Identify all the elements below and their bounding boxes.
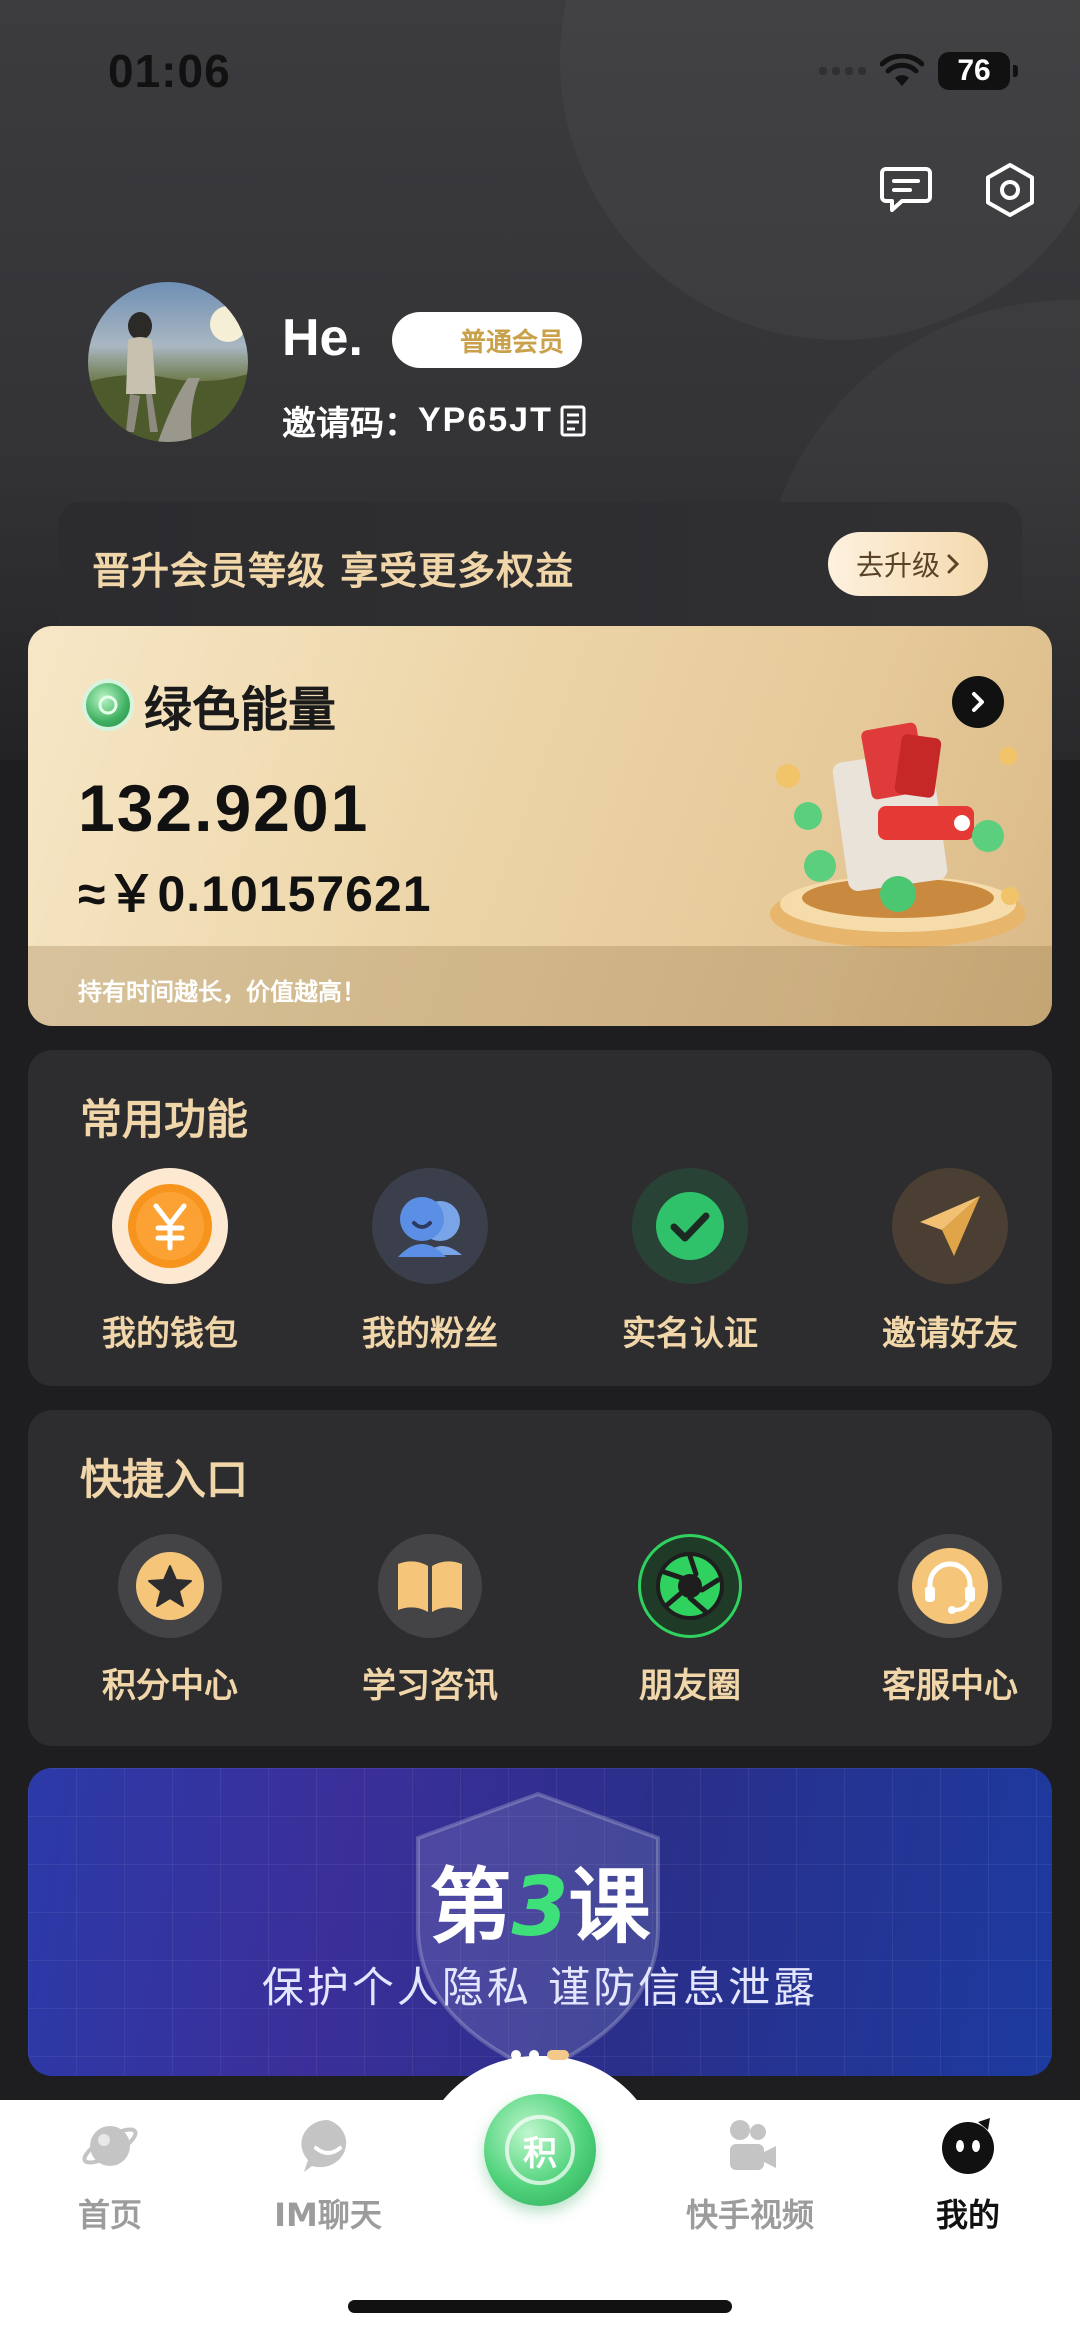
verified-check-icon [632, 1168, 748, 1284]
home-indicator [348, 2300, 732, 2313]
member-level-badge[interactable]: 普通会员 [392, 312, 582, 368]
energy-title-row: 绿色能量 [82, 670, 336, 740]
energy-value: 132.9201 [78, 771, 370, 845]
settings-icon[interactable] [980, 160, 1040, 220]
message-icon[interactable] [876, 160, 936, 220]
fans-label: 我的粉丝 [362, 1314, 498, 1354]
invite-code-row: 邀请码： YP65JT [282, 396, 589, 445]
upgrade-button[interactable]: 去升级 [828, 532, 988, 596]
invite-friends-label: 邀请好友 [882, 1314, 1018, 1354]
invite-label: 邀请码： [282, 404, 418, 444]
profile-face-icon [938, 2116, 998, 2176]
common-functions-panel: 常用功能 我的钱包 我的粉丝 实名认证 邀请好友 [28, 1050, 1052, 1386]
real-name-verification-label: 实名认证 [622, 1314, 758, 1354]
energy-title: 绿色能量 [144, 682, 337, 738]
chat-icon [298, 2116, 358, 2176]
wallet-yuan-icon [112, 1168, 228, 1284]
banner-title-suffix: 课 [568, 1860, 651, 1955]
star-icon [118, 1534, 222, 1638]
status-time: 01:06 [108, 45, 231, 97]
points-center-button[interactable]: 积分中心 [60, 1534, 280, 1707]
carousel-dot-active[interactable] [547, 2050, 569, 2060]
nav-item-kuaishou-video[interactable]: 快手视频 [650, 2116, 850, 2236]
member-level-label: 普通会员 [459, 327, 564, 358]
video-camera-icon [720, 2116, 780, 2176]
invite-friends-button[interactable]: 邀请好友 [840, 1168, 1060, 1355]
customer-service-button[interactable]: 客服中心 [840, 1534, 1060, 1707]
nav-item-im-chat[interactable]: IM聊天 [228, 2116, 428, 2236]
camera-aperture-icon [638, 1534, 742, 1638]
nav-label-home: 首页 [77, 2196, 142, 2234]
carousel-dots[interactable] [511, 2050, 569, 2060]
fans-button[interactable]: 我的粉丝 [320, 1168, 540, 1355]
carousel-dot[interactable] [529, 2050, 539, 2060]
quick-entries-panel: 快捷入口 积分中心 学习咨讯 朋友圈 客服中心 [28, 1410, 1052, 1746]
headset-icon [898, 1534, 1002, 1638]
banner-title: 第3课 [28, 1840, 1052, 1959]
energy-footer: 持有时间越长，价值越高！ [28, 946, 1052, 1026]
wallet-button[interactable]: 我的钱包 [60, 1168, 280, 1355]
common-functions-title: 常用功能 [80, 1095, 249, 1144]
upgrade-button-label: 去升级 [855, 549, 940, 582]
nav-label-im-chat: IM聊天 [274, 2196, 382, 2234]
course-banner[interactable]: 第3课 保护个人隐私 谨防信息泄露 [28, 1768, 1052, 2076]
energy-tip: 持有时间越长，价值越高！ [78, 978, 366, 1006]
nav-item-home[interactable]: 首页 [10, 2116, 210, 2236]
carousel-dot[interactable] [511, 2050, 521, 2060]
wallet-label: 我的钱包 [102, 1314, 238, 1354]
learning-news-label: 学习咨讯 [362, 1666, 498, 1706]
nav-label-mine: 我的 [935, 2196, 1000, 2234]
customer-service-label: 客服中心 [882, 1666, 1018, 1706]
learning-news-button[interactable]: 学习咨讯 [320, 1534, 540, 1707]
wifi-icon [880, 54, 924, 86]
energy-cny-value: ≈￥0.10157621 [78, 866, 432, 922]
banner-subtitle: 保护个人隐私 谨防信息泄露 [261, 1963, 819, 2012]
planet-icon [80, 2116, 140, 2176]
points-center-label: 积分中心 [102, 1666, 238, 1706]
green-coin-icon [82, 679, 134, 731]
quick-entries-title: 快捷入口 [80, 1455, 249, 1504]
green-energy-card[interactable]: 绿色能量 132.9201 ≈￥0.10157621 持有时间越长，价值越高！ [28, 626, 1052, 1026]
avatar-photo [88, 306, 248, 442]
banner-title-number: 3 [511, 1860, 569, 1955]
real-name-verification-button[interactable]: 实名认证 [580, 1168, 800, 1355]
copy-icon[interactable] [559, 404, 589, 438]
invite-code: YP65JT [418, 401, 553, 439]
fans-icon [372, 1168, 488, 1284]
chevron-right-icon [947, 554, 960, 574]
upgrade-text: 晋升会员等级 享受更多权益 [92, 549, 575, 593]
banner-title-prefix: 第 [429, 1860, 512, 1955]
moments-button[interactable]: 朋友圈 [580, 1534, 800, 1707]
nav-center-points-button[interactable]: 积 [484, 2094, 596, 2206]
username: He. [282, 309, 363, 367]
nav-item-mine[interactable]: 我的 [868, 2116, 1068, 2236]
moments-label: 朋友圈 [639, 1666, 741, 1706]
nav-center-label: 积 [505, 2115, 575, 2185]
signal-icon [819, 67, 866, 75]
nav-label-kuaishou-video: 快手视频 [685, 2196, 814, 2234]
avatar[interactable] [88, 282, 248, 442]
book-icon [378, 1534, 482, 1638]
paper-plane-icon [892, 1168, 1008, 1284]
status-indicators: 76 [819, 52, 1018, 90]
battery-icon: 76 [938, 52, 1018, 90]
energy-wallet-illustration [770, 722, 1026, 948]
